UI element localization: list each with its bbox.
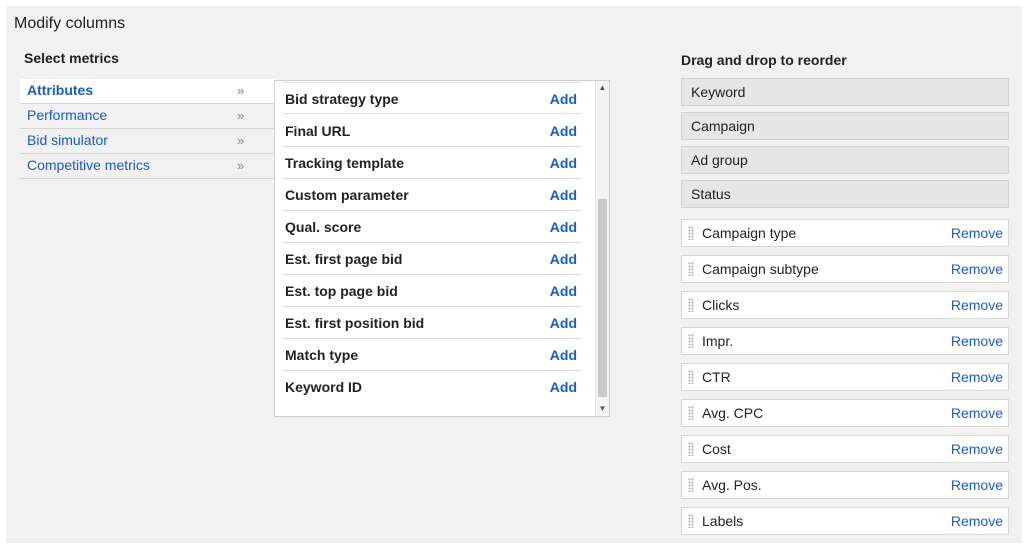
column-label: Keyword (691, 84, 746, 100)
column-label: Status (691, 186, 731, 202)
column-label: Avg. CPC (702, 405, 764, 421)
remove-column-button[interactable]: Remove (951, 261, 1003, 277)
chevron-right-icon: » (237, 158, 245, 173)
category-performance[interactable]: Performance » (20, 104, 276, 129)
category-label: Bid simulator (27, 132, 108, 148)
metric-row: Custom parameter Add (283, 179, 581, 211)
metric-row: Final URL Add (283, 115, 581, 147)
drag-handle-icon[interactable] (688, 262, 694, 276)
category-label: Performance (27, 107, 108, 123)
column-item[interactable]: Cost Remove (681, 435, 1009, 463)
fixed-column-item: Ad group (681, 146, 1009, 174)
dialog-title: Modify columns (14, 15, 126, 32)
metric-name: Bid strategy type (285, 91, 399, 107)
category-label: Competitive metrics (27, 157, 150, 173)
metric-name: Est. top page bid (285, 283, 398, 299)
metric-name: Est. first position bid (285, 315, 425, 331)
chevron-right-icon: » (237, 83, 245, 98)
column-label: Labels (702, 513, 744, 529)
add-metric-button[interactable]: Add (550, 155, 577, 171)
drag-handle-icon[interactable] (688, 406, 694, 420)
column-label: Campaign type (702, 225, 797, 241)
column-item[interactable]: Campaign type Remove (681, 219, 1009, 247)
remove-column-button[interactable]: Remove (951, 513, 1003, 529)
scroll-up-icon[interactable]: ▲ (596, 81, 609, 95)
column-item[interactable]: Impr. Remove (681, 327, 1009, 355)
category-bid-simulator[interactable]: Bid simulator » (20, 129, 276, 154)
add-metric-button[interactable]: Add (550, 347, 577, 363)
remove-column-button[interactable]: Remove (951, 441, 1003, 457)
column-label: Impr. (702, 333, 734, 349)
metric-name: Est. first page bid (285, 251, 403, 267)
column-label: CTR (702, 369, 731, 385)
column-label: Campaign subtype (702, 261, 819, 277)
drag-handle-icon[interactable] (688, 478, 694, 492)
metric-name: Tracking template (285, 155, 405, 171)
modify-columns-dialog: Modify columns Select metrics Drag and d… (6, 6, 1022, 543)
metric-name: Final URL (285, 123, 351, 139)
metric-row: Keyword ID Add (283, 371, 581, 403)
remove-column-button[interactable]: Remove (951, 333, 1003, 349)
metrics-scrollbar[interactable]: ▲ ▼ (595, 81, 609, 416)
drag-handle-icon[interactable] (688, 298, 694, 312)
add-metric-button[interactable]: Add (550, 379, 577, 395)
metric-row: Est. first position bid Add (283, 307, 581, 339)
category-competitive-metrics[interactable]: Competitive metrics » (20, 154, 276, 179)
add-metric-button[interactable]: Add (550, 187, 577, 203)
drag-handle-icon[interactable] (688, 514, 694, 528)
add-metric-button[interactable]: Add (550, 219, 577, 235)
drag-handle-icon[interactable] (688, 334, 694, 348)
remove-column-button[interactable]: Remove (951, 225, 1003, 241)
column-item[interactable]: Avg. CPC Remove (681, 399, 1009, 427)
metric-row: Match type Add (283, 339, 581, 371)
metric-row: Bid strategy type Add (283, 82, 581, 114)
chevron-right-icon: » (237, 108, 245, 123)
reorder-title: Drag and drop to reorder (681, 52, 847, 68)
metric-row: Tracking template Add (283, 147, 581, 179)
column-item[interactable]: Avg. Pos. Remove (681, 471, 1009, 499)
column-item[interactable]: Campaign subtype Remove (681, 255, 1009, 283)
metric-name: Match type (285, 347, 359, 363)
add-metric-button[interactable]: Add (550, 315, 577, 331)
remove-column-button[interactable]: Remove (951, 369, 1003, 385)
remove-column-button[interactable]: Remove (951, 405, 1003, 421)
add-metric-button[interactable]: Add (550, 91, 577, 107)
scroll-down-icon[interactable]: ▼ (596, 402, 609, 416)
column-item[interactable]: Clicks Remove (681, 291, 1009, 319)
scroll-thumb[interactable] (598, 199, 607, 397)
metric-name: Custom parameter (285, 187, 409, 203)
remove-column-button[interactable]: Remove (951, 477, 1003, 493)
select-metrics-title: Select metrics (24, 50, 119, 66)
category-label: Attributes (27, 82, 94, 98)
category-attributes[interactable]: Attributes » (20, 79, 276, 104)
add-metric-button[interactable]: Add (550, 283, 577, 299)
remove-column-button[interactable]: Remove (951, 297, 1003, 313)
metric-row: Est. first page bid Add (283, 243, 581, 275)
metric-category-list: Attributes » Performance » Bid simulator… (20, 79, 276, 179)
add-metric-button[interactable]: Add (550, 251, 577, 267)
add-metric-button[interactable]: Add (550, 123, 577, 139)
metric-name: Keyword ID (285, 379, 363, 395)
fixed-column-item: Keyword (681, 78, 1009, 106)
column-label: Ad group (691, 152, 748, 168)
drag-handle-icon[interactable] (688, 370, 694, 384)
column-item[interactable]: Labels Remove (681, 507, 1009, 535)
column-label: Cost (702, 441, 731, 457)
column-label: Clicks (702, 297, 740, 313)
metric-name: Qual. score (285, 219, 362, 235)
fixed-column-item: Status (681, 180, 1009, 208)
column-item[interactable]: CTR Remove (681, 363, 1009, 391)
metrics-list: Bid strategy type Add Final URL Add Trac… (274, 80, 610, 417)
column-label: Campaign (691, 118, 755, 134)
metric-row: Qual. score Add (283, 211, 581, 243)
column-label: Avg. Pos. (702, 477, 762, 493)
drag-handle-icon[interactable] (688, 226, 694, 240)
chevron-right-icon: » (237, 133, 245, 148)
fixed-column-item: Campaign (681, 112, 1009, 140)
drag-handle-icon[interactable] (688, 442, 694, 456)
metric-row: Est. top page bid Add (283, 275, 581, 307)
